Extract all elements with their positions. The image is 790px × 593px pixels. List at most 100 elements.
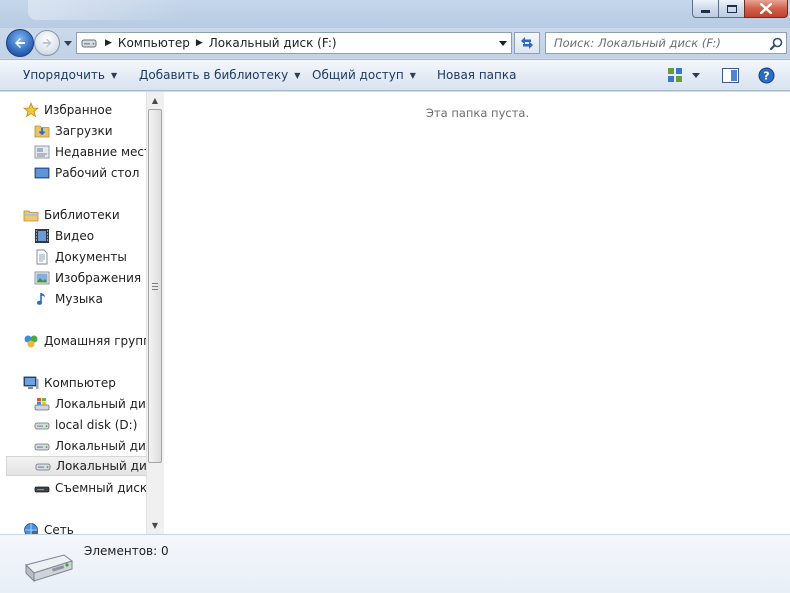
star-icon <box>22 101 40 119</box>
document-icon <box>33 248 51 266</box>
sidebar-item-label: Локальный диск <box>55 439 147 453</box>
refresh-button[interactable] <box>514 32 540 54</box>
sidebar-item-network[interactable]: Сеть <box>22 520 74 534</box>
sidebar-item-removable-disk[interactable]: Съемный диск ( <box>33 478 147 498</box>
drive-icon <box>79 33 99 53</box>
sidebar-item-downloads[interactable]: Загрузки <box>33 121 113 141</box>
search-input[interactable] <box>554 34 766 52</box>
computer-icon <box>22 374 40 392</box>
title-bar[interactable] <box>0 0 790 28</box>
new-folder-label: Новая папка <box>437 68 517 82</box>
search-box[interactable] <box>545 32 787 54</box>
organize-button[interactable]: Упорядочить ▼ <box>23 60 117 90</box>
sidebar-item-label: Домашняя группа <box>44 334 147 348</box>
homegroup-icon <box>22 332 40 350</box>
breadcrumb-separator[interactable]: ▶ <box>105 38 112 48</box>
navigation-bar: ▶ Компьютер ▶ Локальный диск (F:) <box>0 28 790 58</box>
scroll-down-arrow-icon[interactable]: ▼ <box>147 517 163 534</box>
sidebar-item-label: Локальный диск <box>56 459 147 473</box>
music-note-icon <box>33 290 51 308</box>
sidebar-item-label: Видео <box>55 229 95 243</box>
sidebar-item-label: Сеть <box>44 523 74 534</box>
chevron-down-icon: ▼ <box>110 70 118 80</box>
chevron-down-icon <box>64 40 72 46</box>
downloads-folder-icon <box>33 122 51 140</box>
address-bar[interactable]: ▶ Компьютер ▶ Локальный диск (F:) <box>76 32 512 54</box>
sidebar-item-documents[interactable]: Документы <box>33 247 127 267</box>
recent-places-icon <box>33 143 51 161</box>
scrollbar-thumb[interactable] <box>148 109 162 463</box>
sidebar-item-desktop[interactable]: Рабочий стол <box>33 163 139 183</box>
sidebar-item-label: Компьютер <box>44 376 116 390</box>
svg-text:?: ? <box>763 69 769 82</box>
breadcrumb-computer[interactable]: Компьютер <box>118 36 190 50</box>
organize-label: Упорядочить <box>23 68 105 82</box>
minimize-button[interactable] <box>692 0 718 18</box>
hard-drive-icon <box>33 416 51 434</box>
removable-drive-icon <box>33 479 51 497</box>
file-list-area[interactable]: Эта папка пуста. <box>163 92 790 534</box>
help-button[interactable]: ? <box>756 65 776 85</box>
sidebar-item-label: Документы <box>55 250 127 264</box>
navigation-pane: Избранное Загрузки Недавние места Рабочи… <box>0 92 163 534</box>
breadcrumb-current-drive[interactable]: Локальный диск (F:) <box>209 36 337 50</box>
sidebar-item-pictures[interactable]: Изображения <box>33 268 141 288</box>
sidebar-item-music[interactable]: Музыка <box>33 289 103 309</box>
add-to-library-button[interactable]: Добавить в библиотеку ▼ <box>139 60 300 90</box>
navigation-pane-scrollbar[interactable]: ▲ ▼ <box>146 92 163 534</box>
preview-pane-button[interactable] <box>720 65 740 85</box>
breadcrumb-separator[interactable]: ▶ <box>196 38 203 48</box>
sidebar-item-system-drive[interactable]: Локальный диск <box>33 394 147 414</box>
hard-drive-icon <box>33 437 51 455</box>
picture-icon <box>33 269 51 287</box>
recent-pages-dropdown[interactable] <box>62 36 74 50</box>
sidebar-item-label: Изображения <box>55 271 142 285</box>
sidebar-item-label: Избранное <box>44 103 113 117</box>
sidebar-item-drive-d[interactable]: local disk (D:) <box>33 415 137 435</box>
preview-pane-icon <box>721 67 739 83</box>
libraries-icon <box>22 206 40 224</box>
view-grid-icon <box>668 68 682 82</box>
desktop-icon <box>33 164 51 182</box>
sidebar-item-computer[interactable]: Компьютер <box>22 373 116 393</box>
sidebar-item-recent-places[interactable]: Недавние места <box>33 142 147 162</box>
new-folder-button[interactable]: Новая папка <box>437 60 516 90</box>
maximize-button[interactable] <box>718 0 744 18</box>
close-button[interactable] <box>744 0 788 18</box>
chevron-down-icon: ▼ <box>409 70 416 80</box>
back-button[interactable] <box>6 29 34 57</box>
address-history-dropdown[interactable] <box>495 33 511 53</box>
scroll-up-arrow-icon[interactable]: ▲ <box>147 92 163 109</box>
network-icon <box>22 521 40 534</box>
forward-arrow-icon <box>42 38 52 48</box>
sidebar-item-label: Недавние места <box>55 145 147 159</box>
chevron-down-icon: ▼ <box>294 70 301 80</box>
command-bar: Упорядочить ▼ Добавить в библиотеку ▼ Об… <box>0 59 790 91</box>
scrollbar-grip-icon <box>152 282 158 290</box>
sidebar-item-drive-f[interactable]: Локальный диск <box>6 456 147 476</box>
forward-button[interactable] <box>34 30 60 56</box>
empty-folder-message: Эта папка пуста. <box>425 106 530 120</box>
sidebar-item-drive-e[interactable]: Локальный диск <box>33 436 147 456</box>
sidebar-item-videos[interactable]: Видео <box>33 226 94 246</box>
maximize-icon <box>726 4 737 13</box>
sidebar-item-libraries[interactable]: Библиотеки <box>22 205 120 225</box>
film-icon <box>33 227 51 245</box>
share-with-label: Общий доступ <box>312 68 404 82</box>
sidebar-item-label: Загрузки <box>55 124 113 138</box>
navigation-tree: Избранное Загрузки Недавние места Рабочи… <box>0 92 147 534</box>
view-options-dropdown[interactable] <box>690 65 702 85</box>
sidebar-item-homegroup[interactable]: Домашняя группа <box>22 331 147 351</box>
sidebar-item-favorites[interactable]: Избранное <box>22 100 112 120</box>
details-pane: Элементов: 0 <box>0 534 790 593</box>
change-view-button[interactable] <box>666 65 684 85</box>
search-icon[interactable] <box>766 33 786 53</box>
add-to-library-label: Добавить в библиотеку <box>139 68 289 82</box>
sidebar-item-label: Музыка <box>55 292 103 306</box>
chevron-down-icon <box>692 72 700 78</box>
caption-buttons <box>692 0 788 18</box>
window-title-glow <box>28 0 188 20</box>
back-arrow-icon <box>15 38 25 48</box>
share-with-button[interactable]: Общий доступ ▼ <box>312 60 416 90</box>
refresh-icon <box>521 37 533 49</box>
